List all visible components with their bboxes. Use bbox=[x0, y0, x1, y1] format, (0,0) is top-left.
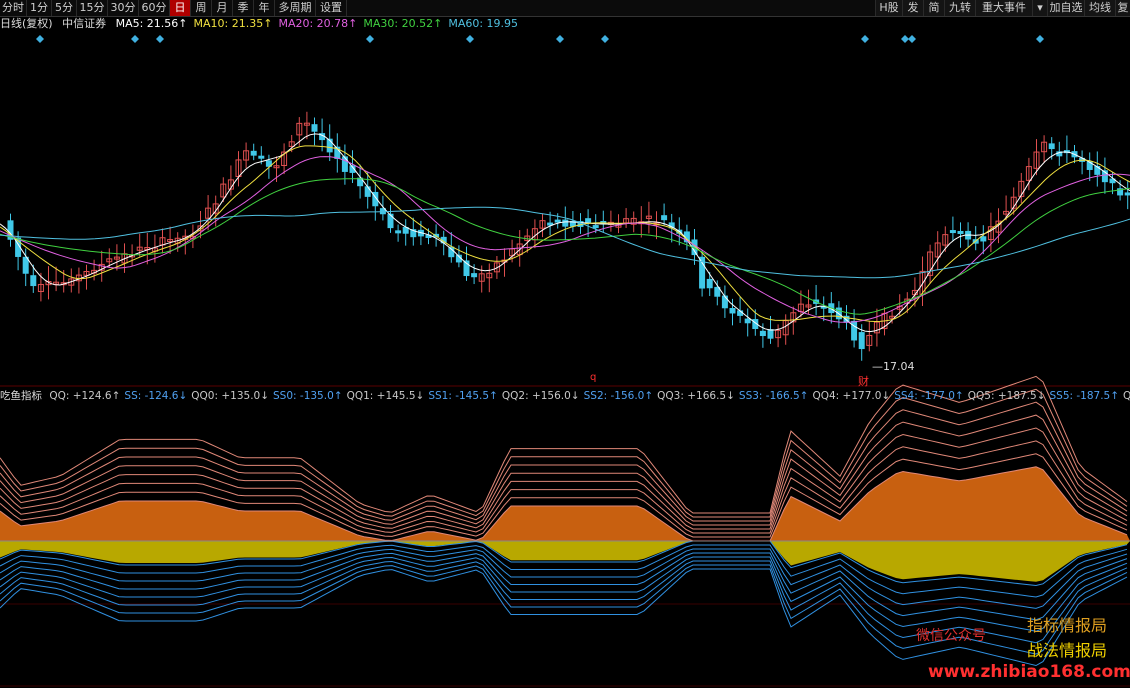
indicator-positive-fill bbox=[0, 466, 1130, 541]
candle-body bbox=[471, 273, 478, 278]
watermark-wechat: 微信公众号 bbox=[916, 628, 986, 644]
indicator-item-2: QQ0: +135.0↓ bbox=[191, 390, 270, 402]
candle-body bbox=[258, 155, 265, 159]
indicator-negative-fill bbox=[0, 541, 1130, 582]
candle-body bbox=[585, 218, 592, 223]
signal-diamond bbox=[156, 35, 164, 43]
signal-diamond bbox=[466, 35, 474, 43]
candle-body bbox=[949, 230, 956, 234]
candle-body bbox=[729, 308, 736, 314]
indicator-item-5: SS1: -145.5↑ bbox=[428, 390, 498, 402]
candle-body bbox=[395, 230, 402, 234]
finance-marker[interactable]: 财 bbox=[858, 373, 869, 389]
candle-body bbox=[661, 215, 668, 221]
candle-body bbox=[364, 186, 371, 197]
watermark-url: www.zhibiao168.com bbox=[928, 662, 1130, 682]
indicator-item-0: QQ: +124.6↑ bbox=[49, 390, 121, 402]
candle-body bbox=[250, 150, 257, 156]
indicator-item-9: SS3: -166.5↑ bbox=[738, 390, 809, 402]
indicator-legend: 吃鱼指标 QQ: +124.6↑ SS: -124.6↓ QQ0: +135.0↓ S… bbox=[0, 389, 1130, 403]
candle-body bbox=[721, 295, 728, 309]
indicator-item-3: SS0: -135.0↑ bbox=[273, 390, 343, 402]
signal-diamond bbox=[601, 35, 609, 43]
candle-body bbox=[326, 138, 333, 153]
watermark-line2: 战法情报局 bbox=[1027, 641, 1108, 660]
indicator-item-6: QQ2: +156.0↓ bbox=[501, 390, 580, 402]
price-and-indicator-chart[interactable] bbox=[0, 0, 1130, 688]
candle-body bbox=[1124, 192, 1130, 196]
indicator-item-12: QQ5: +187.5↓ bbox=[967, 390, 1046, 402]
indicator-item-4: QQ1: +145.5↓ bbox=[346, 390, 425, 402]
indicator-item-11: SS4: -177.0↑ bbox=[894, 390, 964, 402]
signal-diamond bbox=[36, 35, 44, 43]
indicator-item-1: SS: -124.6↓ bbox=[124, 390, 188, 402]
indicator-item-14: QQ bbox=[1123, 390, 1130, 402]
signal-diamond bbox=[901, 35, 909, 43]
indicator-name: 吃鱼指标 bbox=[0, 390, 42, 402]
candle-body bbox=[22, 256, 29, 274]
candle-body bbox=[957, 230, 964, 234]
signal-diamond bbox=[131, 35, 139, 43]
signal-diamond bbox=[556, 35, 564, 43]
indicator-item-8: QQ3: +166.5↓ bbox=[657, 390, 735, 402]
indicator-item-13: SS5: -187.5↑ bbox=[1049, 390, 1120, 402]
candle-body bbox=[592, 225, 599, 229]
candle-body bbox=[980, 236, 987, 242]
candle-body bbox=[706, 278, 713, 289]
candle-body bbox=[554, 219, 561, 223]
candle-body bbox=[759, 330, 766, 337]
signal-diamond bbox=[366, 35, 374, 43]
candle-body bbox=[30, 275, 37, 287]
signal-diamond bbox=[1036, 35, 1044, 43]
low-price-label: —17.04 bbox=[872, 360, 915, 373]
indicator-item-7: SS2: -156.0↑ bbox=[583, 390, 654, 402]
indicator-item-10: QQ4: +177.0↓ bbox=[812, 390, 891, 402]
candle-body bbox=[311, 124, 318, 132]
q-marker: q bbox=[590, 372, 597, 383]
watermark-line1: 指标情报局 bbox=[1027, 616, 1108, 635]
candle-body bbox=[858, 332, 865, 350]
candle-body bbox=[767, 329, 774, 339]
signal-diamond bbox=[908, 35, 916, 43]
signal-diamond bbox=[861, 35, 869, 43]
candle-body bbox=[562, 219, 569, 227]
candle-body bbox=[744, 318, 751, 324]
candle-body bbox=[1048, 143, 1055, 150]
